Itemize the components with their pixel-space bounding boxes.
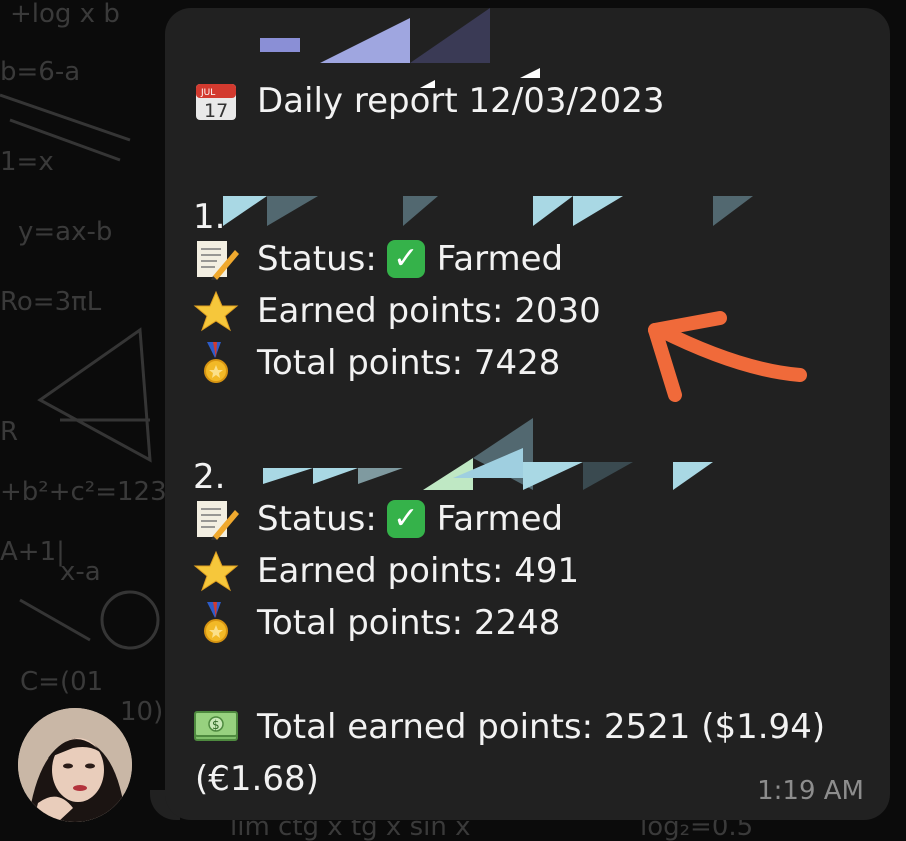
svg-text:JUL: JUL	[200, 88, 215, 98]
money-icon: $	[194, 711, 238, 741]
account-2-earned: Earned points: 491	[257, 551, 580, 591]
calendar-icon: JUL 17	[196, 84, 236, 122]
svg-text:y=ax-b: y=ax-b	[18, 217, 112, 247]
account-1-status-label: Status:	[257, 239, 377, 279]
account-1-total-line: Total points: 7428	[193, 342, 560, 384]
medal-icon	[204, 342, 228, 383]
annotation-arrow	[648, 311, 807, 402]
memo-icon	[197, 501, 239, 540]
summary-line: $ Total earned points: 2521 ($1.94)	[193, 706, 825, 748]
account-1-status-value: Farmed	[436, 239, 564, 279]
redaction-top	[260, 8, 540, 88]
account-2-total: Total points: 2248	[257, 603, 561, 643]
account-1-index: 1.	[193, 197, 226, 237]
account-2-earned-line: Earned points: 491	[193, 550, 579, 592]
svg-text:R: R	[0, 417, 18, 447]
svg-text:C=(01: C=(01	[20, 667, 103, 697]
check-mark-icon: ✓	[386, 500, 425, 538]
summary-total: Total earned points: 2521 ($1.94)	[257, 707, 826, 747]
account-1-earned: Earned points: 2030	[257, 291, 601, 331]
account-2-index: 2.	[193, 457, 226, 497]
svg-text:+log x b: +log x b	[10, 0, 120, 29]
sender-avatar[interactable]	[18, 708, 132, 822]
account-2-status-line: Status: ✓ Farmed	[193, 498, 563, 540]
svg-text:$: $	[212, 718, 220, 732]
svg-text:Ro=3πL: Ro=3πL	[0, 287, 102, 317]
svg-text:+b²+c²=123: +b²+c²=123	[0, 477, 167, 507]
memo-icon	[197, 241, 239, 280]
summary-euro-line: (€1.68)	[195, 758, 319, 800]
svg-text:A+1|: A+1|	[0, 537, 65, 567]
svg-text:b=6-a: b=6-a	[0, 57, 80, 87]
star-icon	[193, 290, 239, 332]
svg-text:17: 17	[204, 100, 228, 122]
redaction-account-1	[223, 196, 753, 226]
message-bubble[interactable]: JUL 17 Daily report 12/03/2023 1. Status…	[165, 8, 890, 820]
report-title: Daily report 12/03/2023	[257, 81, 665, 121]
medal-icon	[204, 602, 228, 643]
account-1-earned-line: Earned points: 2030	[193, 290, 601, 332]
message-timestamp: 1:19 AM	[757, 776, 864, 806]
account-2-status-value: Farmed	[436, 499, 564, 539]
check-mark-icon: ✓	[386, 240, 425, 278]
svg-text:1=x: 1=x	[0, 147, 54, 177]
account-1-total: Total points: 7428	[257, 343, 561, 383]
summary-euro: (€1.68)	[195, 759, 319, 799]
redaction-account-2	[263, 418, 713, 490]
account-2-header: 2.	[193, 456, 225, 498]
account-2-status-label: Status:	[257, 499, 377, 539]
account-1-status-line: Status: ✓ Farmed	[193, 238, 563, 280]
svg-text:x-a: x-a	[60, 557, 101, 587]
star-icon	[193, 550, 239, 592]
account-2-total-line: Total points: 2248	[193, 602, 560, 644]
svg-text:10): 10)	[120, 697, 163, 727]
account-1-header: 1.	[193, 196, 225, 238]
report-title-line: JUL 17 Daily report 12/03/2023	[193, 80, 664, 122]
